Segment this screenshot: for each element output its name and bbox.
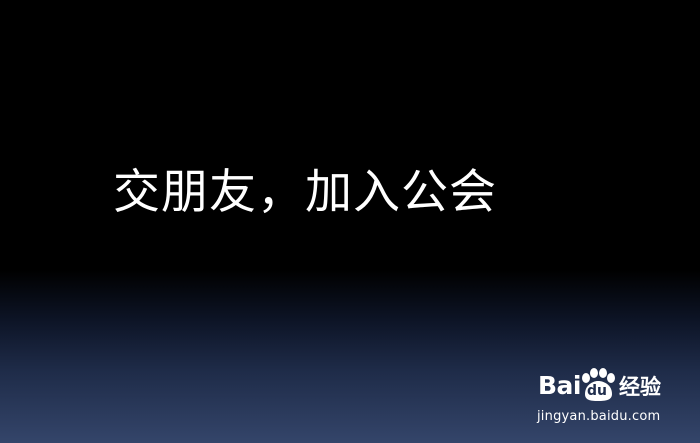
baidu-jingyan-watermark: Bai du 经验 jingyan.baidu.com [534,366,674,432]
slide-canvas: 交朋友，加入公会 Bai du 经验 jingyan.baidu.com [0,0,700,443]
slide-headline: 交朋友，加入公会 [113,165,497,220]
watermark-paw-text: du [587,383,607,399]
watermark-url: jingyan.baidu.com [537,409,661,424]
watermark-brand-suffix: 经验 [619,375,661,399]
watermark-brand-prefix: Bai [538,371,582,400]
paw-print-icon: du [579,368,617,402]
